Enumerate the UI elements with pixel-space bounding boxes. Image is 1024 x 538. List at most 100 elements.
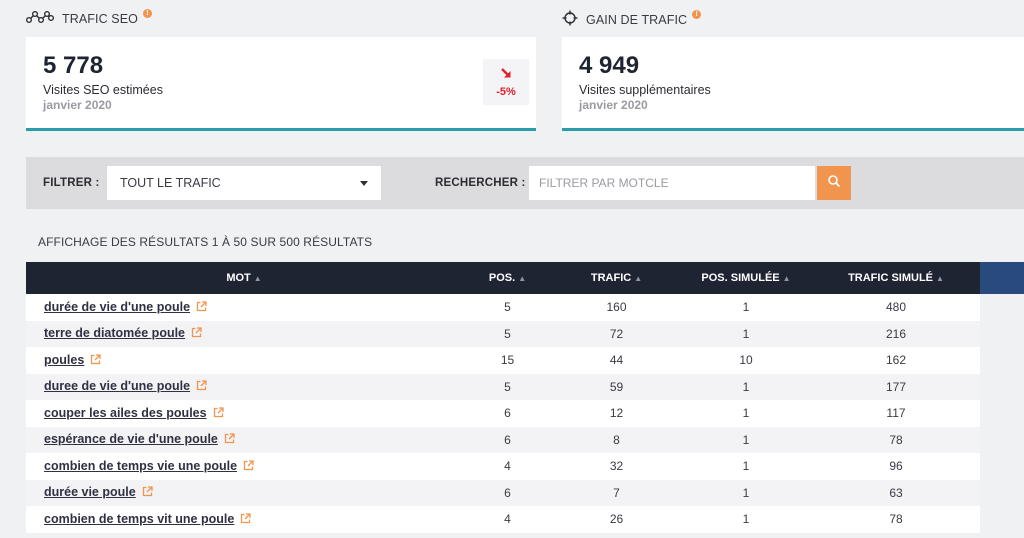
- table-cell: 8: [613, 432, 620, 447]
- search-input[interactable]: [529, 166, 815, 200]
- table-cell: 44: [609, 353, 624, 368]
- card-date: janvier 2020: [579, 98, 648, 112]
- table-cell: 162: [885, 353, 907, 368]
- search-icon: [827, 174, 841, 193]
- table-cell: 1: [742, 485, 750, 500]
- table-row: poules 15 44 10 162: [26, 347, 980, 374]
- card-title-label: GAIN DE TRAFIC: [586, 12, 688, 27]
- table-cell: 78: [889, 432, 903, 447]
- table-cell: 1: [742, 459, 750, 474]
- keyword-cell: combien de temps vit une poule: [26, 506, 462, 533]
- table-cell: 7: [613, 485, 620, 500]
- col-header-trafic-simule[interactable]: TRAFIC SIMULÉ ▲︎: [812, 262, 980, 294]
- table-cell: 1: [742, 300, 750, 315]
- table-cell: 1: [742, 379, 750, 394]
- sort-icon: ▲︎: [936, 274, 944, 283]
- table-row: terre de diatomée poule 5 72 1 216: [26, 320, 980, 348]
- table-cell: 10: [739, 353, 753, 368]
- table-row: espérance de vie d'une poule 6 8 1 78: [26, 426, 980, 454]
- external-link-icon[interactable]: [213, 407, 224, 421]
- search-label: RECHERCHER :: [435, 177, 526, 189]
- info-icon[interactable]: !: [143, 9, 153, 18]
- table-cell: 6: [504, 485, 511, 500]
- table-header-extra: [980, 262, 1024, 294]
- table-row: durée vie poule 6 7 1 63: [26, 479, 980, 507]
- table-cell: 4: [504, 459, 511, 474]
- keyword-link[interactable]: combien de temps vie une poule: [44, 459, 237, 473]
- sort-icon: ▲︎: [634, 274, 643, 283]
- external-link-icon[interactable]: [142, 486, 153, 500]
- search-button[interactable]: [817, 166, 851, 200]
- table-cell: 5: [504, 300, 511, 315]
- info-icon[interactable]: !: [692, 10, 702, 19]
- card-value: 5 778: [43, 52, 104, 79]
- caret-down-icon: [360, 181, 368, 186]
- table-cell: 177: [885, 379, 907, 394]
- table-cell: 1: [742, 512, 750, 527]
- keyword-cell: terre de diatomée poule: [26, 321, 462, 348]
- table-cell: 63: [889, 485, 903, 500]
- card-value: 4 949: [579, 52, 640, 79]
- table-cell: 6: [504, 432, 511, 447]
- table-cell: 5: [504, 326, 511, 341]
- keyword-link[interactable]: duree de vie d'une poule: [44, 379, 190, 393]
- keyword-link[interactable]: poules: [44, 353, 84, 367]
- graph-nodes-icon: [26, 10, 55, 27]
- card-trafic-seo: 5 778 Visites SEO estimées janvier 2020 …: [26, 37, 536, 131]
- keyword-cell: espérance de vie d'une poule: [26, 427, 462, 454]
- card-title-gain-trafic: GAIN DE TRAFIC !: [562, 10, 702, 29]
- table-cell: 480: [885, 300, 907, 315]
- table-row: couper les ailes des poules 6 12 1 117: [26, 400, 980, 427]
- table-cell: 15: [500, 353, 515, 368]
- filter-label: FILTRER :: [43, 177, 100, 189]
- keyword-link[interactable]: terre de diatomée poule: [44, 326, 185, 340]
- col-header-trafic[interactable]: TRAFIC ▲︎: [553, 262, 680, 294]
- table-cell: 96: [889, 459, 903, 474]
- sort-icon: ▲︎: [518, 274, 527, 283]
- table-cell: 78: [889, 512, 903, 527]
- keyword-link[interactable]: durée vie poule: [44, 485, 136, 499]
- table-cell: 4: [504, 512, 511, 527]
- external-link-icon[interactable]: [196, 301, 207, 315]
- keyword-link[interactable]: espérance de vie d'une poule: [44, 432, 218, 446]
- external-link-icon[interactable]: [240, 513, 251, 527]
- card-subtitle: Visites supplémentaires: [579, 83, 711, 97]
- table-row: duree de vie d'une poule 5 59 1 177: [26, 373, 980, 401]
- keyword-cell: poules: [26, 347, 462, 374]
- card-date: janvier 2020: [43, 98, 112, 112]
- col-header-mot[interactable]: MOT ▲︎: [26, 262, 462, 294]
- table-cell: 12: [609, 406, 624, 421]
- external-link-icon[interactable]: [196, 380, 207, 394]
- arrow-down-right-icon: [500, 66, 512, 84]
- external-link-icon[interactable]: [243, 460, 254, 474]
- filter-bar: FILTRER : TOUT LE TRAFIC RECHERCHER :: [26, 157, 1024, 209]
- keyword-link[interactable]: couper les ailes des poules: [44, 406, 207, 420]
- table-header-row: MOT ▲︎ POS. ▲︎ TRAFIC ▲︎ POS. SIMULÉE ▲︎ TRA…: [26, 262, 980, 294]
- card-title-label: TRAFIC SEO: [62, 11, 139, 26]
- keyword-cell: duree de vie d'une poule: [26, 374, 462, 401]
- trend-badge: -5%: [483, 59, 529, 105]
- select-value: TOUT LE TRAFIC: [120, 176, 221, 190]
- table-cell: 160: [606, 300, 627, 315]
- keyword-link[interactable]: combien de temps vit une poule: [44, 512, 234, 526]
- keyword-cell: durée vie poule: [26, 480, 462, 507]
- card-gain-trafic: 4 949 Visites supplémentaires janvier 20…: [562, 37, 1024, 131]
- table-cell: 72: [609, 326, 624, 341]
- table-row: durée de vie d'une poule 5 160 1 480: [26, 294, 980, 321]
- sort-icon: ▲︎: [782, 274, 791, 283]
- col-header-pos-simulee[interactable]: POS. SIMULÉE ▲︎: [680, 262, 812, 294]
- external-link-icon[interactable]: [191, 327, 202, 341]
- table-cell: 32: [609, 459, 624, 474]
- keyword-link[interactable]: durée de vie d'une poule: [44, 300, 190, 314]
- crosshair-icon: [562, 10, 578, 29]
- external-link-icon[interactable]: [224, 433, 235, 447]
- keyword-cell: couper les ailes des poules: [26, 400, 462, 427]
- results-info: AFFICHAGE DES RÉSULTATS 1 À 50 SUR 500 R…: [38, 235, 373, 249]
- table-cell: 1: [742, 432, 750, 447]
- keywords-table: MOT ▲︎ POS. ▲︎ TRAFIC ▲︎ POS. SIMULÉE ▲︎ TRA…: [26, 262, 980, 533]
- external-link-icon[interactable]: [90, 354, 101, 368]
- traffic-filter-select[interactable]: TOUT LE TRAFIC: [107, 166, 381, 200]
- col-header-pos[interactable]: POS. ▲︎: [462, 262, 553, 294]
- keyword-cell: combien de temps vie une poule: [26, 453, 462, 480]
- table-cell: 1: [742, 406, 750, 421]
